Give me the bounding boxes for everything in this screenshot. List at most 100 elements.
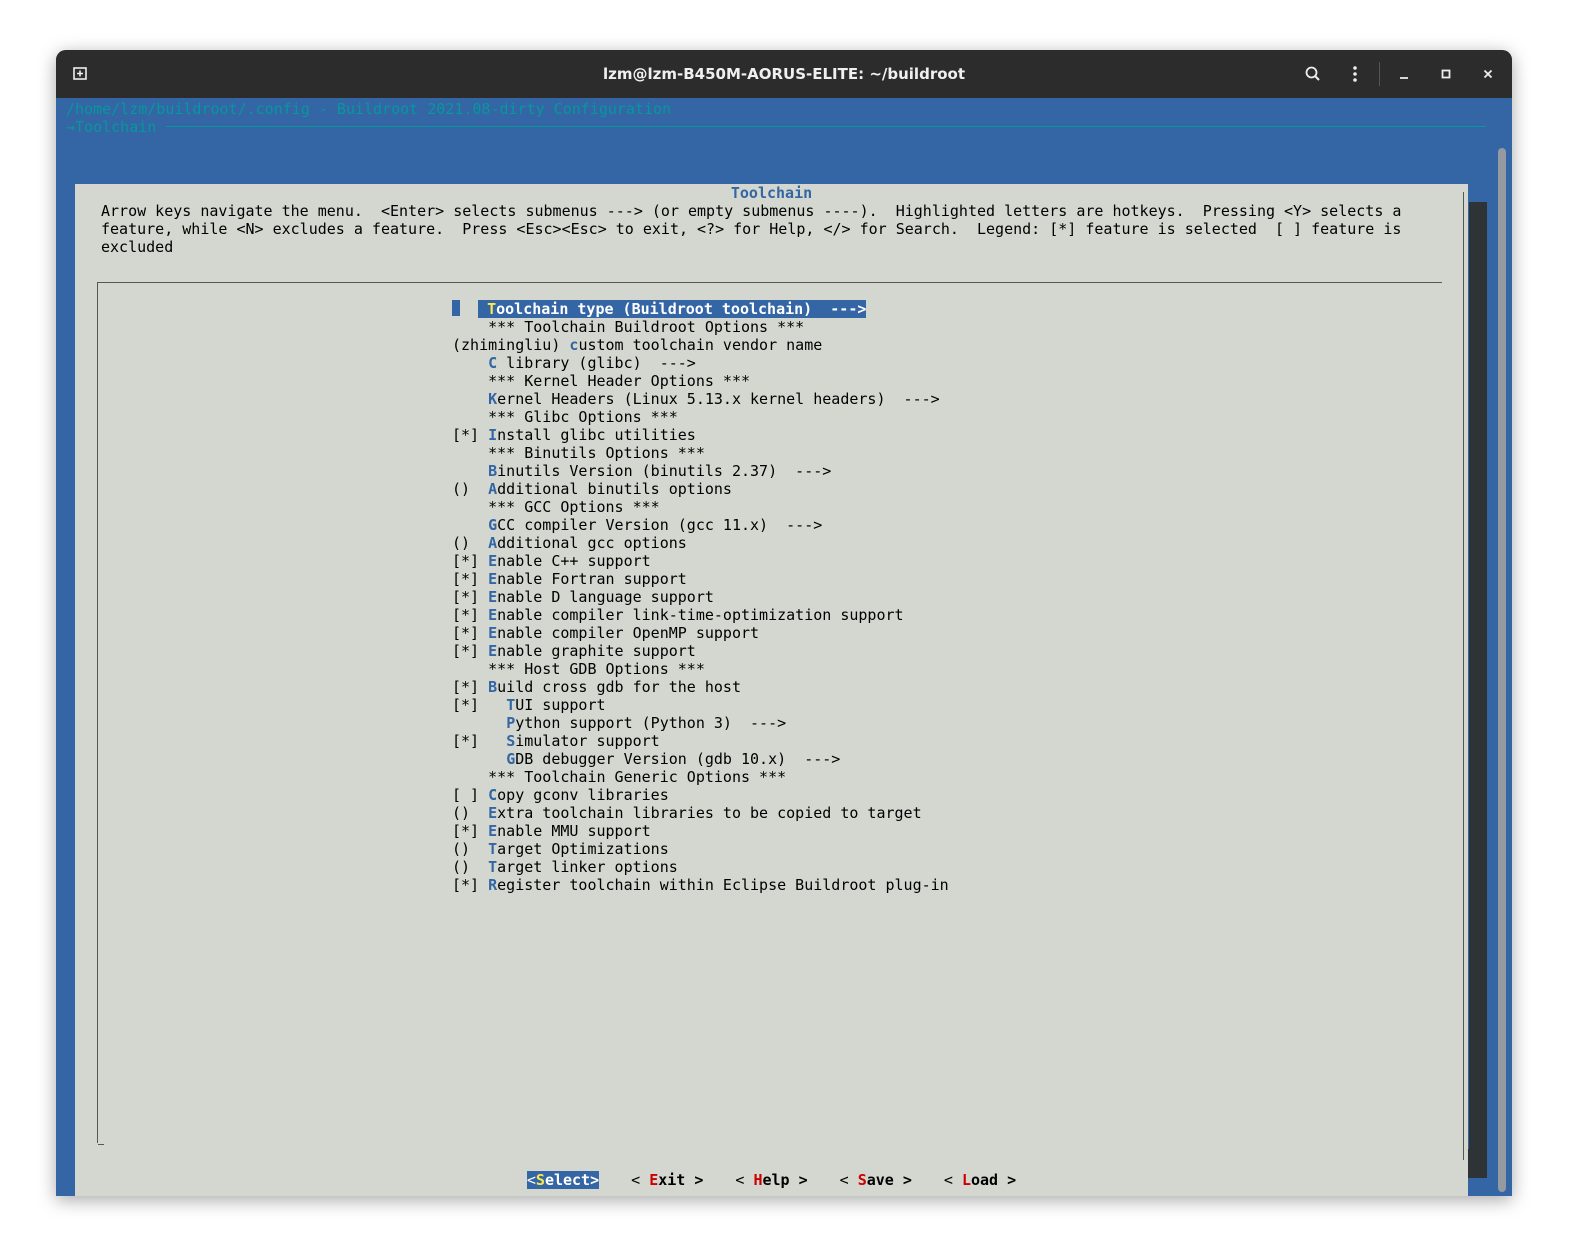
menu-item[interactable]: () Extra toolchain libraries to be copie…	[452, 804, 949, 822]
menu-item-prefix	[452, 750, 506, 768]
menu-item[interactable]: Binutils Version (binutils 2.37) --->	[452, 462, 949, 480]
menu-item-hotkey: C	[488, 786, 498, 804]
menu-item-label: egister toolchain within Eclipse Buildro…	[497, 876, 949, 894]
menu-item-prefix: [*]	[452, 588, 489, 606]
menu-item-prefix: ()	[452, 534, 489, 552]
menu-item-hotkey: E	[488, 588, 498, 606]
menu-item[interactable]: Python support (Python 3) --->	[452, 714, 949, 732]
menu-item[interactable]: *** Toolchain Buildroot Options ***	[452, 318, 949, 336]
button-bracket-left: <	[943, 1171, 962, 1189]
menu-item[interactable]: *** Binutils Options ***	[452, 444, 949, 462]
menu-kebab-icon[interactable]	[1341, 60, 1369, 88]
menu-item[interactable]: (zhimingliu) custom toolchain vendor nam…	[452, 336, 949, 354]
menu-item[interactable]: GDB debugger Version (gdb 10.x) --->	[452, 750, 949, 768]
menu-item-hotkey: I	[488, 426, 498, 444]
maximize-icon[interactable]	[1432, 60, 1460, 88]
menu-item-prefix: [*]	[452, 570, 489, 588]
menu-item-hotkey: T	[487, 300, 497, 318]
menu-item[interactable]: [*] Simulator support	[452, 732, 949, 750]
menu-item-hotkey: T	[488, 858, 498, 876]
menu-item[interactable]: [*] Enable MMU support	[452, 822, 949, 840]
terminal-area[interactable]: /home/lzm/buildroot/.config - Buildroot …	[56, 98, 1512, 1196]
menu-item-prefix: (zhimingliu)	[452, 336, 570, 354]
menu-item[interactable]: [*] TUI support	[452, 696, 949, 714]
menu-item-label: *** Kernel Header Options ***	[488, 372, 751, 390]
menu-item-hotkey: T	[488, 840, 498, 858]
menu-item-label: nable Fortran support	[497, 570, 687, 588]
menu-item[interactable]: [*] Build cross gdb for the host	[452, 678, 949, 696]
menu-item-label: *** Toolchain Buildroot Options ***	[488, 318, 805, 336]
menu-item[interactable]: *** GCC Options ***	[452, 498, 949, 516]
button-label: ave >	[866, 1171, 912, 1189]
menu-item[interactable]: [*] Enable compiler link-time-optimizati…	[452, 606, 949, 624]
menu-item-prefix: [*]	[452, 822, 489, 840]
menu-item[interactable]: C library (glibc) --->	[452, 354, 949, 372]
menu-item[interactable]: [ ] Copy gconv libraries	[452, 786, 949, 804]
help-text: Arrow keys navigate the menu. <Enter> se…	[101, 202, 1402, 256]
window-title: lzm@lzm-B450M-AORUS-ELITE: ~/buildroot	[603, 65, 965, 83]
menu-item-prefix: [*]	[452, 876, 489, 894]
menu-item[interactable]: [*] Enable compiler OpenMP support	[452, 624, 949, 642]
menu-item[interactable]: [*] Enable graphite support	[452, 642, 949, 660]
menu-item-hotkey: E	[488, 606, 498, 624]
button-hotkey: L	[961, 1171, 971, 1189]
close-icon[interactable]	[1474, 60, 1502, 88]
menu-item-label: nable compiler link-time-optimization su…	[497, 606, 904, 624]
title-bar: lzm@lzm-B450M-AORUS-ELITE: ~/buildroot	[56, 50, 1512, 98]
exit-button[interactable]: < Exit >	[631, 1171, 703, 1189]
save-button[interactable]: < Save >	[840, 1171, 912, 1189]
menu-item[interactable]: [*] Install glibc utilities	[452, 426, 949, 444]
menu-item-prefix	[452, 408, 488, 426]
menu-list: Toolchain type (Buildroot toolchain) ---…	[452, 300, 949, 894]
menu-item[interactable]: *** Toolchain Generic Options ***	[452, 768, 949, 786]
dialog-right-border	[1463, 192, 1464, 1160]
minimize-icon[interactable]	[1390, 60, 1418, 88]
menu-item-label: nable MMU support	[497, 822, 651, 840]
menu-item-hotkey: E	[488, 552, 498, 570]
select-button[interactable]: <Select>	[526, 1171, 600, 1189]
menu-item[interactable]: [*] Enable C++ support	[452, 552, 949, 570]
help-button[interactable]: < Help >	[735, 1171, 807, 1189]
menu-item-label: dditional gcc options	[497, 534, 687, 552]
menu-item-prefix	[452, 714, 506, 732]
menu-item[interactable]: *** Host GDB Options ***	[452, 660, 949, 678]
menu-item[interactable]: [*] Enable D language support	[452, 588, 949, 606]
menu-item[interactable]: Kernel Headers (Linux 5.13.x kernel head…	[452, 390, 949, 408]
menu-item-prefix: [*]	[452, 678, 489, 696]
menu-item-highlight: Toolchain type (Buildroot toolchain) ---…	[478, 300, 867, 318]
menu-item-label: DB debugger Version (gdb 10.x) --->	[515, 750, 841, 768]
menu-item[interactable]: GCC compiler Version (gcc 11.x) --->	[452, 516, 949, 534]
menu-item-hotkey: G	[488, 516, 498, 534]
menu-item-prefix: ()	[452, 804, 489, 822]
menu-item[interactable]: () Additional binutils options	[452, 480, 949, 498]
menu-item[interactable]: [*] Enable Fortran support	[452, 570, 949, 588]
menu-item-label: library (glibc) --->	[497, 354, 696, 372]
menu-item-hotkey: B	[488, 678, 498, 696]
search-icon[interactable]	[1299, 60, 1327, 88]
menu-item-label: *** Binutils Options ***	[488, 444, 705, 462]
button-label: elect>	[544, 1171, 600, 1189]
menu-item-prefix	[452, 354, 488, 372]
menu-item-prefix: [*]	[452, 732, 507, 750]
menu-item-prefix: [*]	[452, 696, 507, 714]
menu-item-label: arget Optimizations	[497, 840, 669, 858]
menu-item-label: *** Host GDB Options ***	[488, 660, 705, 678]
menu-item-hotkey: A	[488, 480, 498, 498]
button-hotkey: S	[857, 1171, 867, 1189]
menu-item-label: oolchain type (Buildroot toolchain) --->	[496, 300, 867, 318]
menu-item[interactable]: () Additional gcc options	[452, 534, 949, 552]
menu-item[interactable]: () Target linker options	[452, 858, 949, 876]
menu-item[interactable]: () Target Optimizations	[452, 840, 949, 858]
dialog-title: Toolchain	[730, 184, 813, 202]
menu-item-hotkey: C	[488, 354, 498, 372]
menu-item[interactable]: [*] Register toolchain within Eclipse Bu…	[452, 876, 949, 894]
menu-item-selected[interactable]: Toolchain type (Buildroot toolchain) ---…	[452, 300, 949, 318]
menuconfig-dialog: Toolchain Arrow keys navigate the menu. …	[75, 184, 1468, 1196]
menu-item-prefix: ()	[452, 840, 489, 858]
menu-item-prefix: [*]	[452, 426, 489, 444]
scrollbar[interactable]	[1498, 148, 1506, 1192]
menu-item[interactable]: *** Kernel Header Options ***	[452, 372, 949, 390]
load-button[interactable]: < Load >	[944, 1171, 1016, 1189]
menu-item-label: arget linker options	[497, 858, 678, 876]
menu-item[interactable]: *** Glibc Options ***	[452, 408, 949, 426]
